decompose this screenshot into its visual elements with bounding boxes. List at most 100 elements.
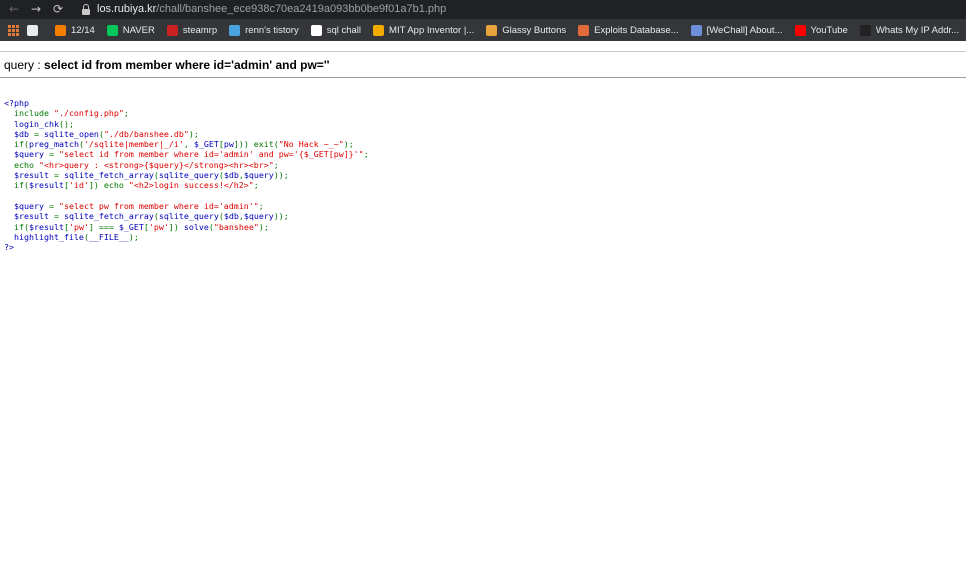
code-token: ; (123, 108, 129, 119)
code-token: $db (223, 211, 239, 222)
code-line: if($result['id']) echo "<h2>login succes… (4, 180, 369, 190)
forward-icon[interactable]: → (26, 0, 46, 19)
code-token: ); (188, 128, 199, 139)
code-token: $result (28, 180, 64, 191)
code-token: ; (258, 200, 264, 211)
code-token: $result (28, 221, 64, 232)
code-token: echo (4, 159, 39, 170)
bookmark-item[interactable]: Whats My IP Addr... (859, 24, 960, 36)
code-token: $result (4, 170, 54, 181)
reload-icon[interactable]: ⟳ (48, 0, 68, 19)
code-token: ; (253, 180, 259, 191)
code-token: preg_match (28, 139, 79, 150)
code-token: sqlite_query (158, 211, 219, 222)
wechall-icon (690, 24, 702, 36)
code-token: , (183, 139, 194, 150)
exploit-db-icon (578, 24, 590, 36)
code-token: $query (243, 170, 274, 181)
code-token: highlight_file (4, 231, 84, 242)
code-token: 'pw' (68, 221, 89, 232)
code-line: ?> (4, 242, 369, 252)
bookmark-label: NAVER (122, 24, 155, 36)
code-token: $result (4, 211, 54, 222)
youtube-icon (794, 24, 806, 36)
bookmark-item[interactable]: steamrp (166, 24, 218, 36)
bookmark-label: 12/14 (71, 24, 95, 36)
code-token: pw (223, 139, 234, 150)
code-token: ; (273, 159, 279, 170)
code-token: solve (183, 221, 209, 232)
bookmark-item[interactable]: 12/14 (55, 24, 95, 36)
code-token: ?> (4, 242, 14, 253)
code-line: if($result['pw'] === $_GET['pw']) solve(… (4, 222, 369, 232)
code-line: $result = sqlite_fetch_array(sqlite_quer… (4, 211, 369, 221)
blogger-icon (55, 24, 66, 36)
code-line: echo "<hr>query : <strong>{$query}</stro… (4, 160, 369, 170)
whatsmyip-icon (859, 24, 871, 36)
code-token: = (53, 211, 64, 222)
code-token: "select pw from member where id='admin'" (58, 200, 259, 211)
code-line: if(preg_match('/sqlite|member|_/i', $_GE… (4, 139, 369, 149)
bookmark-label: YouTube (810, 24, 848, 36)
bookmark-item[interactable]: renn's tistory (229, 24, 299, 36)
code-token: <?php (4, 98, 29, 108)
apps-icon[interactable] (8, 24, 19, 36)
code-line: $result = sqlite_fetch_array(sqlite_quer… (4, 170, 369, 180)
bookmark-label: steamrp (182, 24, 218, 36)
bookmark-item[interactable]: NAVER (106, 24, 155, 36)
bookmark-label: renn's tistory (245, 24, 299, 36)
browser-toolbar: ← → ⟳ los.rubiya.kr/chall/banshee_ece938… (0, 0, 966, 19)
code-line: <?php (4, 98, 369, 108)
code-token: $query (243, 211, 274, 222)
code-token: $query (4, 200, 49, 211)
code-token: sqlite_fetch_array (63, 170, 154, 181)
bookmark-item[interactable]: Glassy Buttons (486, 24, 566, 36)
tistory-icon (229, 24, 241, 36)
code-token: sqlite_open (43, 128, 99, 139)
bookmark-label: Whats My IP Addr... (875, 24, 960, 36)
bookmark-label: MIT App Inventor |... (389, 24, 475, 36)
code-token: = (33, 128, 44, 139)
code-token: "banshee" (213, 221, 259, 232)
code-line: $db = sqlite_open("./db/banshee.db"); (4, 129, 369, 139)
code-line: highlight_file(__FILE__); (4, 232, 369, 242)
horizontal-rule (0, 77, 966, 78)
code-token: ); (343, 139, 354, 150)
code-token: = (48, 200, 59, 211)
code-token: 'id' (68, 180, 89, 191)
lock-icon[interactable] (82, 4, 90, 15)
code-line: $query = "select id from member where id… (4, 149, 369, 159)
code-token: ; (363, 149, 369, 160)
code-token: )); (273, 170, 289, 181)
query-line: query : select id from member where id='… (4, 58, 330, 72)
code-token: "./config.php" (53, 108, 124, 119)
bookmark-item[interactable]: sql chall (310, 24, 362, 36)
bookmark-item[interactable]: MIT App Inventor |... (373, 24, 475, 36)
bookmark-item[interactable]: YouTube (794, 24, 848, 36)
bookmark-label: Exploits Database... (594, 24, 679, 36)
code-token: $_GET (193, 139, 219, 150)
code-token: "select id from member where id='admin' … (58, 149, 364, 160)
code-token: )); (273, 211, 289, 222)
bookmark-item[interactable]: Exploits Database... (578, 24, 679, 36)
address-bar[interactable]: los.rubiya.kr/chall/banshee_ece938c70ea2… (97, 0, 446, 19)
bookmark-icon (27, 24, 38, 36)
back-icon[interactable]: ← (4, 0, 24, 19)
code-token: include (4, 108, 54, 119)
code-token: = (53, 170, 64, 181)
code-token: if( (4, 139, 29, 150)
bookmark-item[interactable]: [WeChall] About... (690, 24, 783, 36)
bookmark-label: sql chall (326, 24, 362, 36)
code-token: ])) exit( (233, 139, 279, 150)
code-token: = (48, 149, 59, 160)
code-token: login_chk (4, 118, 59, 129)
code-token: "<h2>login success!</h2>" (128, 180, 254, 191)
code-token: "./db/banshee.db" (103, 128, 189, 139)
steamrp-icon (166, 24, 178, 36)
code-token: if( (4, 221, 29, 232)
code-token: sqlite_fetch_array (63, 211, 154, 222)
code-token: __FILE__ (88, 231, 129, 242)
php-source-code: <?php include "./config.php"; login_chk(… (4, 98, 369, 252)
bookmark-item[interactable] (27, 24, 43, 36)
